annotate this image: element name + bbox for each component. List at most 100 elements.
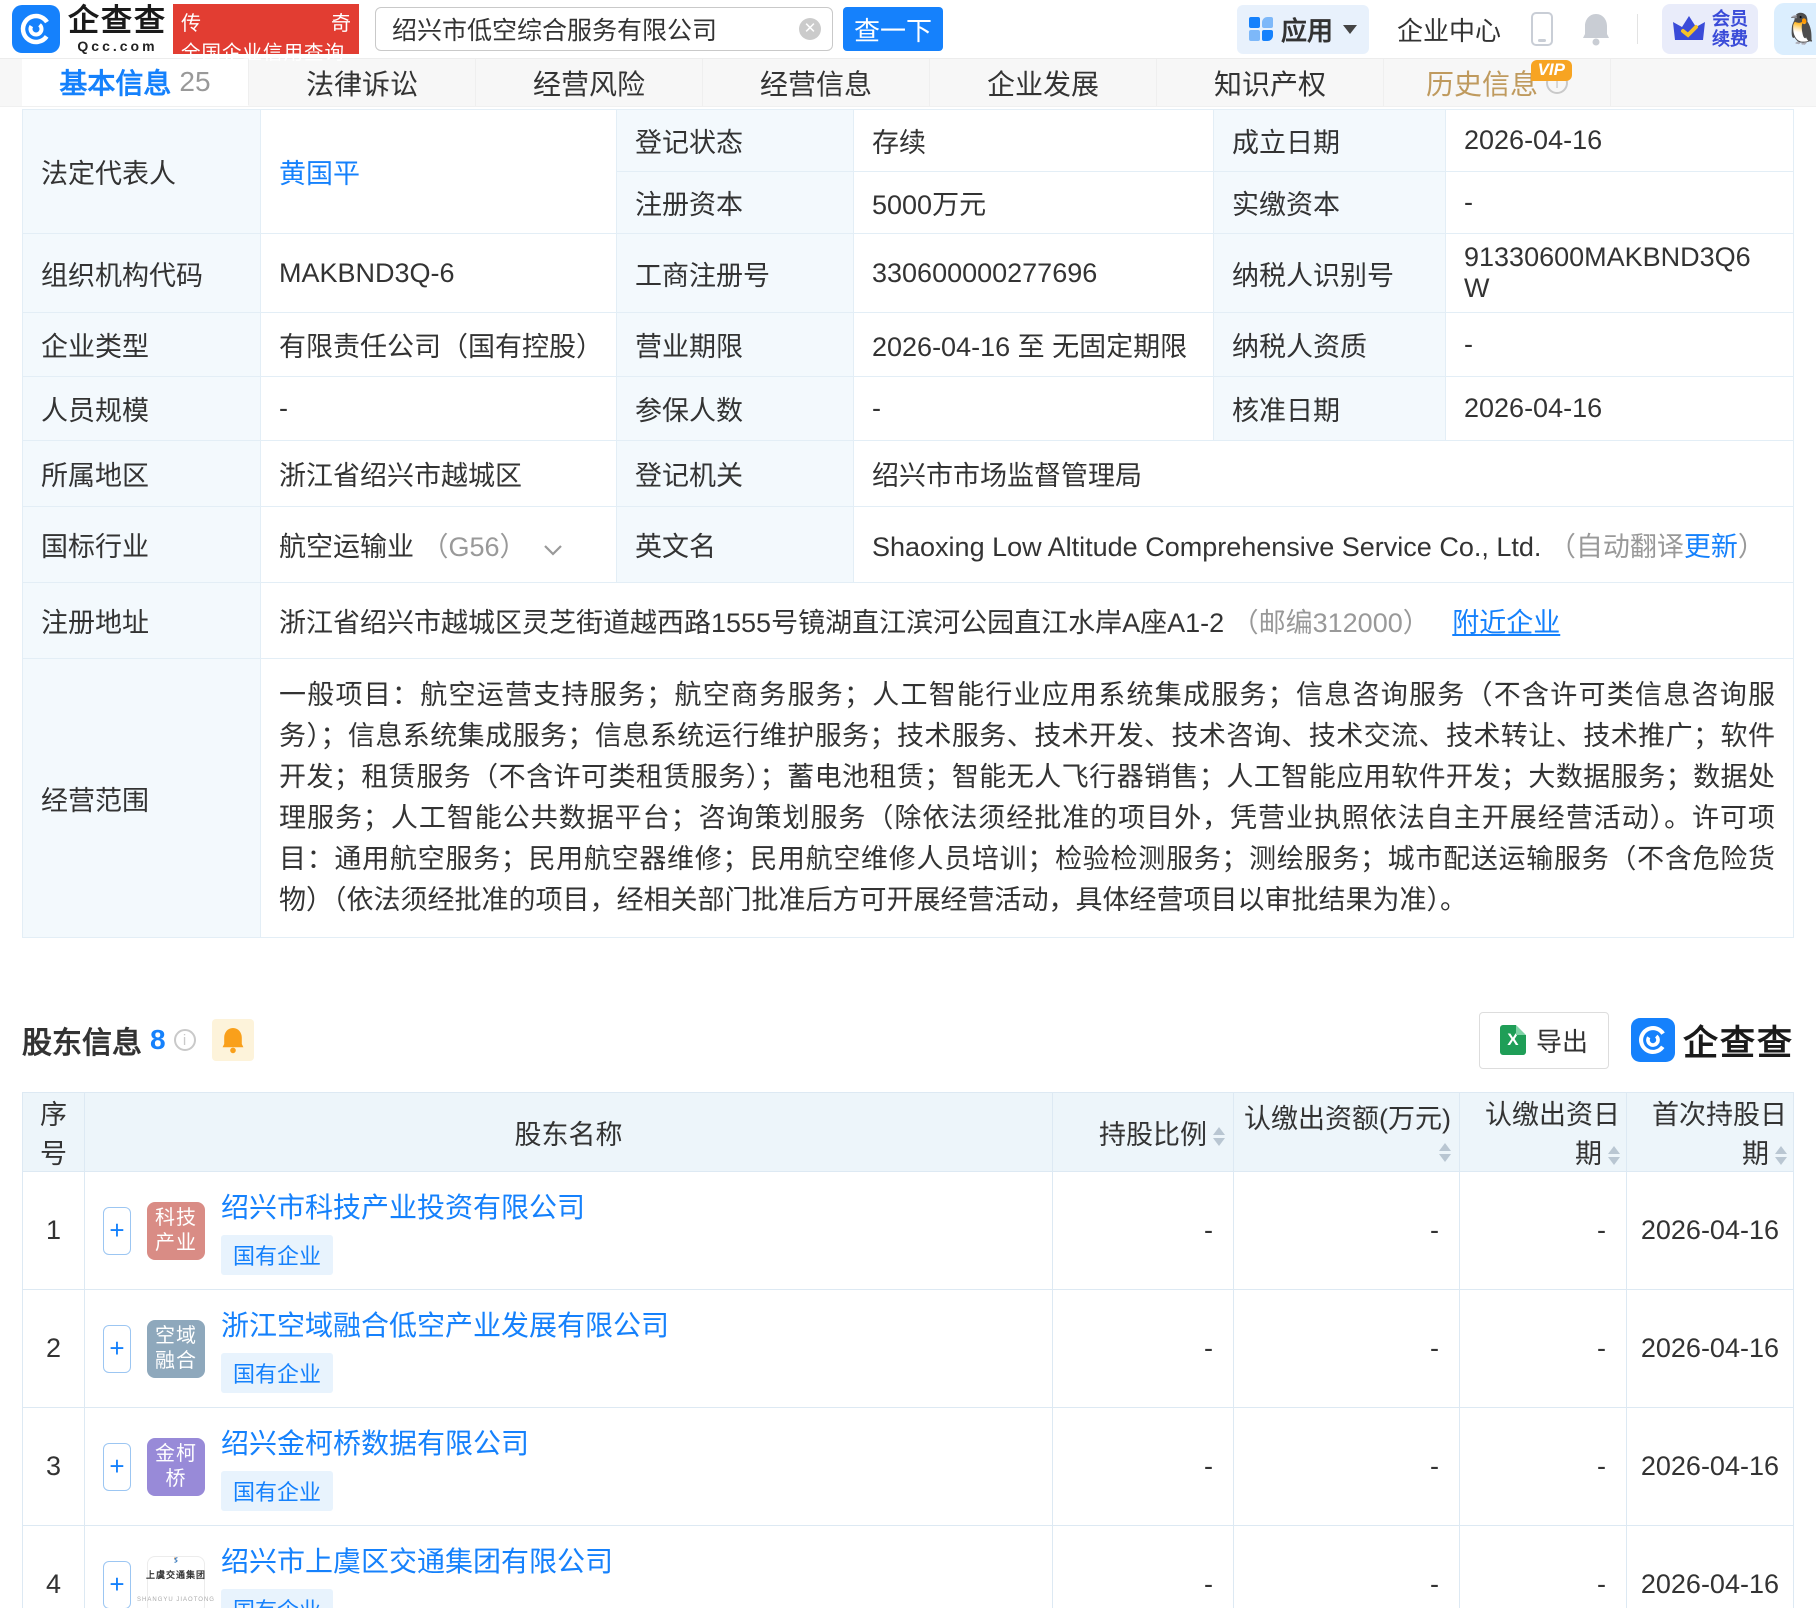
- chevron-down-icon[interactable]: [544, 545, 562, 556]
- label-reg-capital: 注册资本: [616, 171, 854, 234]
- label-biz-reg-no: 工商注册号: [616, 233, 854, 313]
- search-input[interactable]: [375, 7, 833, 51]
- legal-rep-link[interactable]: 黄国平: [279, 159, 360, 189]
- tab-legal-litigation[interactable]: 法律诉讼: [249, 59, 476, 106]
- sort-icon[interactable]: [1608, 1146, 1620, 1166]
- value-en-name: Shaoxing Low Altitude Comprehensive Serv…: [853, 506, 1794, 583]
- ratio-value: -: [1052, 1407, 1234, 1526]
- label-industry: 国标行业: [22, 506, 261, 583]
- value-scope: 一般项目：航空运营支持服务；航空商务服务；人工智能行业应用系统集成服务；信息咨询…: [260, 658, 1794, 938]
- brand-text: 企查查 Qcc.com: [68, 3, 167, 54]
- col-sub-date[interactable]: 认缴出资日期: [1459, 1092, 1627, 1172]
- label-taxpayer-id: 纳税人识别号: [1213, 233, 1446, 313]
- export-button[interactable]: X 导出: [1478, 1011, 1609, 1069]
- shareholder-name-link[interactable]: 浙江空域融合低空产业发展有限公司: [221, 1304, 669, 1344]
- ratio-value: -: [1052, 1525, 1234, 1608]
- tab-operation-risk[interactable]: 经营风险: [476, 59, 703, 106]
- amount-value: -: [1233, 1525, 1460, 1608]
- value-biz-reg-no: 330600000277696: [853, 233, 1214, 313]
- monitor-bell-button[interactable]: [211, 1019, 254, 1061]
- state-owned-tag: 国有企业: [221, 1353, 334, 1393]
- shareholder-logo: 上虞交通集团 SHANGYU JIAOTONG: [137, 1555, 214, 1608]
- shareholder-avatar: 金柯桥: [147, 1437, 205, 1496]
- vip-renew-button[interactable]: 会员 续费: [1662, 4, 1758, 54]
- shareholders-table: 序号 股东名称 持股比例 认缴出资额(万元) 认缴出资日期 首次持股日期 1 +…: [22, 1092, 1794, 1608]
- label-taxpayer-qual: 纳税人资质: [1213, 312, 1446, 377]
- ratio-value: -: [1052, 1289, 1234, 1408]
- tab-basic-info[interactable]: 基本信息 25: [22, 59, 249, 106]
- shareholder-name-link[interactable]: 绍兴市科技产业投资有限公司: [221, 1186, 585, 1226]
- label-scope: 经营范围: [22, 658, 261, 938]
- state-owned-tag: 国有企业: [221, 1589, 334, 1608]
- first-date-value: 2026-04-16: [1626, 1525, 1794, 1608]
- shareholder-avatar: 空域 融合: [147, 1319, 205, 1378]
- shareholders-count: 8: [150, 1024, 166, 1055]
- label-approval-date: 核准日期: [1213, 376, 1446, 441]
- shareholders-title: 股东信息: [22, 1027, 142, 1060]
- col-index: 序号: [22, 1092, 85, 1172]
- divider: [1637, 14, 1638, 44]
- tab-intellectual-property[interactable]: 知识产权: [1157, 59, 1384, 106]
- shareholder-row: 2 + 空域 融合 浙江空域融合低空产业发展有限公司 国有企业 - - - 202…: [22, 1289, 1794, 1408]
- value-org-code: MAKBND3Q-6: [260, 233, 617, 313]
- chevron-down-icon: [1342, 24, 1357, 34]
- shareholder-row: 1 + 科技 产业 绍兴市科技产业投资有限公司 国有企业 - - - 2026-0…: [22, 1171, 1794, 1290]
- info-icon[interactable]: i: [173, 1029, 196, 1051]
- value-industry[interactable]: 航空运输业 （G56）: [260, 506, 617, 583]
- label-paid-capital: 实缴资本: [1213, 171, 1446, 234]
- value-insured: -: [853, 376, 1214, 441]
- tab-enterprise-development[interactable]: 企业发展: [930, 59, 1157, 106]
- value-reg-status: 存续: [853, 109, 1214, 172]
- tab-history-info[interactable]: 历史信息 VIP i: [1384, 59, 1611, 106]
- sub-date-value: -: [1459, 1407, 1627, 1526]
- label-address: 注册地址: [22, 582, 261, 659]
- sort-icon[interactable]: [1213, 1126, 1225, 1146]
- label-org-code: 组织机构代码: [22, 233, 261, 313]
- label-reg-status: 登记状态: [616, 109, 854, 172]
- label-staff-size: 人员规模: [22, 376, 261, 441]
- tab-operation-info[interactable]: 经营信息: [703, 59, 930, 106]
- mobile-app-icon[interactable]: [1531, 12, 1553, 46]
- nearby-companies-link[interactable]: 附近企业: [1452, 608, 1560, 638]
- enterprise-center-link[interactable]: 企业中心: [1397, 11, 1501, 48]
- bell-icon: [222, 1028, 243, 1054]
- sort-icon[interactable]: [1775, 1146, 1787, 1166]
- col-amount[interactable]: 认缴出资额(万元): [1233, 1092, 1460, 1172]
- shareholder-avatar: 科技 产业: [147, 1201, 205, 1260]
- row-index: 4: [22, 1525, 85, 1608]
- value-est-date: 2026-04-16: [1445, 109, 1794, 172]
- amount-value: -: [1233, 1407, 1460, 1526]
- clear-icon[interactable]: ✕: [799, 18, 821, 40]
- expand-button[interactable]: +: [103, 1560, 131, 1608]
- sort-icon[interactable]: [1439, 1143, 1451, 1163]
- section-tabs: 基本信息 25 法律诉讼 经营风险 经营信息 企业发展 知识产权 历史信息 VIP…: [0, 58, 1816, 107]
- tabbar-filler: [1611, 59, 1816, 106]
- notification-bell-icon[interactable]: [1581, 12, 1611, 46]
- row-index: 1: [22, 1171, 85, 1290]
- value-paid-capital: -: [1445, 171, 1794, 234]
- translate-update-link[interactable]: 更新: [1684, 532, 1738, 562]
- basic-info-table: 法定代表人 黄国平 登记状态 存续 成立日期 2026-04-16 注册资本 5…: [22, 109, 1794, 938]
- apps-grid-icon: [1248, 17, 1273, 41]
- top-header: 企查查 Qcc.com 传奇 全国企业信用查询 ✕ 查一下 应用 企业中心 会员…: [0, 0, 1816, 64]
- label-company-type: 企业类型: [22, 312, 261, 377]
- col-first-date[interactable]: 首次持股日期: [1626, 1092, 1794, 1172]
- value-staff-size: -: [260, 376, 617, 441]
- brand-slogan-badge: 传奇 全国企业信用查询: [173, 4, 359, 64]
- mascot-penguin-icon[interactable]: 🐧: [1774, 3, 1816, 55]
- sub-date-value: -: [1459, 1289, 1627, 1408]
- qcc-logo-icon: [1630, 1018, 1675, 1062]
- expand-button[interactable]: +: [103, 1324, 131, 1373]
- apps-menu[interactable]: 应用: [1236, 4, 1369, 54]
- shareholder-name-link[interactable]: 绍兴金柯桥数据有限公司: [221, 1422, 529, 1462]
- expand-button[interactable]: +: [103, 1206, 131, 1255]
- label-est-date: 成立日期: [1213, 109, 1446, 172]
- value-reg-authority: 绍兴市市场监督管理局: [853, 440, 1794, 507]
- search-button[interactable]: 查一下: [843, 7, 943, 51]
- amount-value: -: [1233, 1289, 1460, 1408]
- col-ratio[interactable]: 持股比例: [1052, 1092, 1234, 1172]
- expand-button[interactable]: +: [103, 1442, 131, 1491]
- value-company-type: 有限责任公司（国有控股）: [260, 312, 617, 377]
- shareholder-name-link[interactable]: 绍兴市上虞区交通集团有限公司: [221, 1540, 613, 1580]
- row-index: 2: [22, 1289, 85, 1408]
